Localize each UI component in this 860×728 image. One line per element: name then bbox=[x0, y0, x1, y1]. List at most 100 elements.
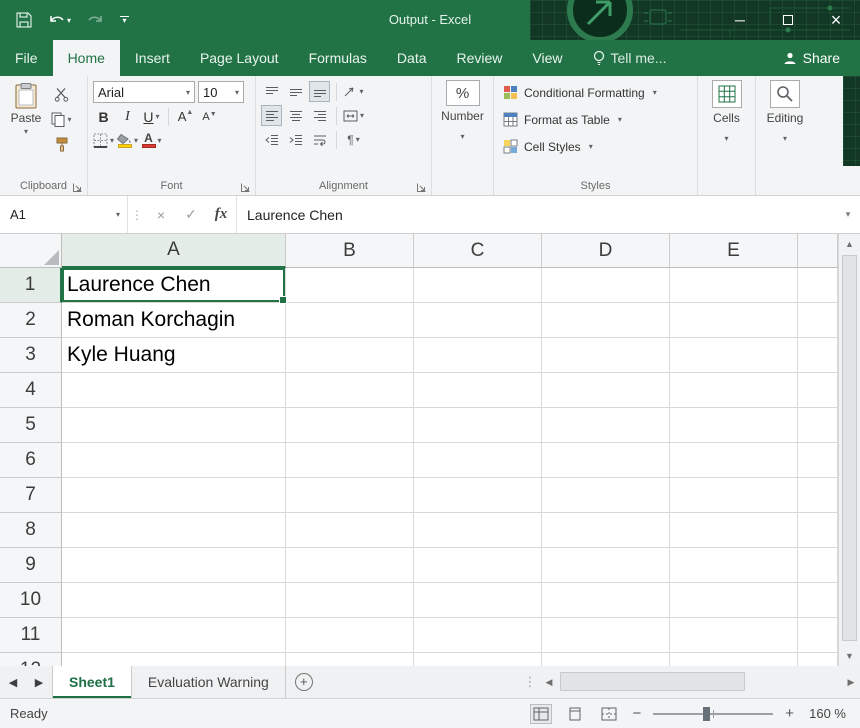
cell[interactable] bbox=[414, 618, 542, 653]
tab-review[interactable]: Review bbox=[442, 40, 518, 76]
cells-group-button[interactable] bbox=[712, 80, 742, 108]
cell[interactable] bbox=[798, 513, 838, 548]
cell[interactable] bbox=[542, 548, 670, 583]
add-sheet-button[interactable]: + bbox=[286, 666, 322, 698]
cell[interactable] bbox=[670, 408, 798, 443]
align-bottom-button[interactable] bbox=[309, 81, 330, 102]
cell[interactable] bbox=[670, 268, 798, 303]
increase-font-size-button[interactable]: A▲ bbox=[175, 106, 196, 127]
cells-group-expand-button[interactable]: ▾ bbox=[724, 128, 728, 146]
row-header[interactable]: 9 bbox=[0, 548, 62, 583]
cell[interactable] bbox=[542, 373, 670, 408]
align-right-button[interactable] bbox=[309, 105, 330, 126]
redo-button[interactable] bbox=[87, 14, 104, 27]
cell[interactable] bbox=[798, 303, 838, 338]
formula-bar-expand-button[interactable]: ▾ bbox=[836, 196, 860, 233]
cell[interactable] bbox=[62, 583, 286, 618]
cell[interactable] bbox=[414, 653, 542, 666]
cell[interactable] bbox=[670, 373, 798, 408]
cell[interactable] bbox=[798, 618, 838, 653]
scroll-left-button[interactable]: ◀ bbox=[540, 677, 558, 688]
decrease-font-size-button[interactable]: A▼ bbox=[199, 106, 220, 127]
paste-button[interactable]: Paste ▾ bbox=[5, 81, 47, 177]
cell[interactable] bbox=[542, 408, 670, 443]
cell[interactable] bbox=[542, 583, 670, 618]
column-header-D[interactable]: D bbox=[542, 234, 670, 268]
maximize-button[interactable] bbox=[764, 0, 812, 40]
cell[interactable] bbox=[798, 478, 838, 513]
cell[interactable] bbox=[542, 513, 670, 548]
qat-customize-button[interactable]: ▾ bbox=[120, 16, 129, 24]
clipboard-dialog-launcher[interactable] bbox=[72, 180, 83, 191]
scroll-up-button[interactable]: ▲ bbox=[839, 234, 860, 254]
cell[interactable] bbox=[798, 548, 838, 583]
cell[interactable] bbox=[798, 653, 838, 666]
number-group-expand-button[interactable]: ▾ bbox=[460, 126, 464, 144]
orientation-button[interactable]: ▾ bbox=[343, 81, 364, 102]
cell[interactable] bbox=[670, 443, 798, 478]
align-center-button[interactable] bbox=[285, 105, 306, 126]
conditional-formatting-button[interactable]: Conditional Formatting ▾ bbox=[499, 80, 692, 105]
decrease-indent-button[interactable] bbox=[261, 129, 282, 150]
cell[interactable] bbox=[62, 408, 286, 443]
cell[interactable] bbox=[670, 338, 798, 373]
sheet-bar-divider[interactable]: ⋮ bbox=[520, 666, 540, 698]
cell[interactable] bbox=[286, 338, 414, 373]
editing-group-button[interactable] bbox=[770, 80, 800, 108]
cell[interactable] bbox=[286, 583, 414, 618]
view-page-break-button[interactable] bbox=[598, 704, 620, 724]
horizontal-scrollbar-thumb[interactable] bbox=[560, 672, 745, 691]
copy-button[interactable]: ▾ bbox=[51, 109, 72, 130]
format-as-table-button[interactable]: Format as Table ▾ bbox=[499, 107, 692, 132]
row-header[interactable]: 1 bbox=[0, 268, 62, 303]
percent-style-button[interactable]: % bbox=[446, 80, 480, 106]
horizontal-scrollbar[interactable]: ◀ ▶ bbox=[540, 666, 860, 698]
tab-file[interactable]: File bbox=[0, 40, 53, 76]
cell[interactable] bbox=[670, 583, 798, 618]
cell[interactable] bbox=[542, 478, 670, 513]
minimize-button[interactable]: ─ bbox=[716, 0, 764, 40]
column-header-F-partial[interactable] bbox=[798, 234, 838, 268]
cell[interactable] bbox=[62, 653, 286, 666]
cell[interactable] bbox=[670, 548, 798, 583]
cell-A1[interactable]: Laurence Chen bbox=[62, 268, 286, 303]
editing-group-expand-button[interactable]: ▾ bbox=[783, 128, 787, 146]
cell[interactable] bbox=[62, 618, 286, 653]
column-header-C[interactable]: C bbox=[414, 234, 542, 268]
insert-function-button[interactable]: fx bbox=[206, 196, 236, 233]
cell[interactable] bbox=[414, 513, 542, 548]
cell[interactable] bbox=[286, 548, 414, 583]
cell[interactable] bbox=[62, 373, 286, 408]
formula-bar-divider[interactable]: ⋮ bbox=[128, 196, 146, 233]
sheet-nav-left-button[interactable]: ◀ bbox=[0, 666, 26, 698]
cell[interactable] bbox=[286, 303, 414, 338]
cell[interactable] bbox=[542, 443, 670, 478]
cancel-button[interactable]: × bbox=[146, 196, 176, 233]
cell[interactable] bbox=[542, 268, 670, 303]
formula-input[interactable]: Laurence Chen bbox=[236, 196, 836, 233]
cell[interactable] bbox=[62, 548, 286, 583]
close-button[interactable]: × bbox=[812, 0, 860, 40]
cell[interactable] bbox=[670, 653, 798, 666]
cell[interactable] bbox=[62, 443, 286, 478]
cell[interactable] bbox=[414, 478, 542, 513]
font-dialog-launcher[interactable] bbox=[240, 180, 251, 191]
zoom-level[interactable]: 160 % bbox=[806, 706, 846, 721]
column-header-E[interactable]: E bbox=[670, 234, 798, 268]
cell[interactable] bbox=[670, 513, 798, 548]
cell[interactable] bbox=[798, 268, 838, 303]
enter-button[interactable]: ✓ bbox=[176, 196, 206, 233]
font-size-select[interactable]: 10 ▾ bbox=[198, 81, 244, 103]
cell-A2[interactable]: Roman Korchagin bbox=[62, 303, 286, 338]
sheet-tab-evaluation-warning[interactable]: Evaluation Warning bbox=[132, 666, 286, 698]
column-header-B[interactable]: B bbox=[286, 234, 414, 268]
format-painter-button[interactable] bbox=[51, 134, 72, 155]
name-box[interactable]: A1 ▾ bbox=[0, 196, 128, 233]
cell[interactable] bbox=[798, 408, 838, 443]
cell[interactable] bbox=[798, 443, 838, 478]
tab-view[interactable]: View bbox=[517, 40, 577, 76]
italic-button[interactable]: I bbox=[117, 106, 138, 127]
vertical-scrollbar-thumb[interactable] bbox=[842, 255, 857, 641]
borders-button[interactable]: ▾ bbox=[93, 130, 114, 151]
align-left-button[interactable] bbox=[261, 105, 282, 126]
